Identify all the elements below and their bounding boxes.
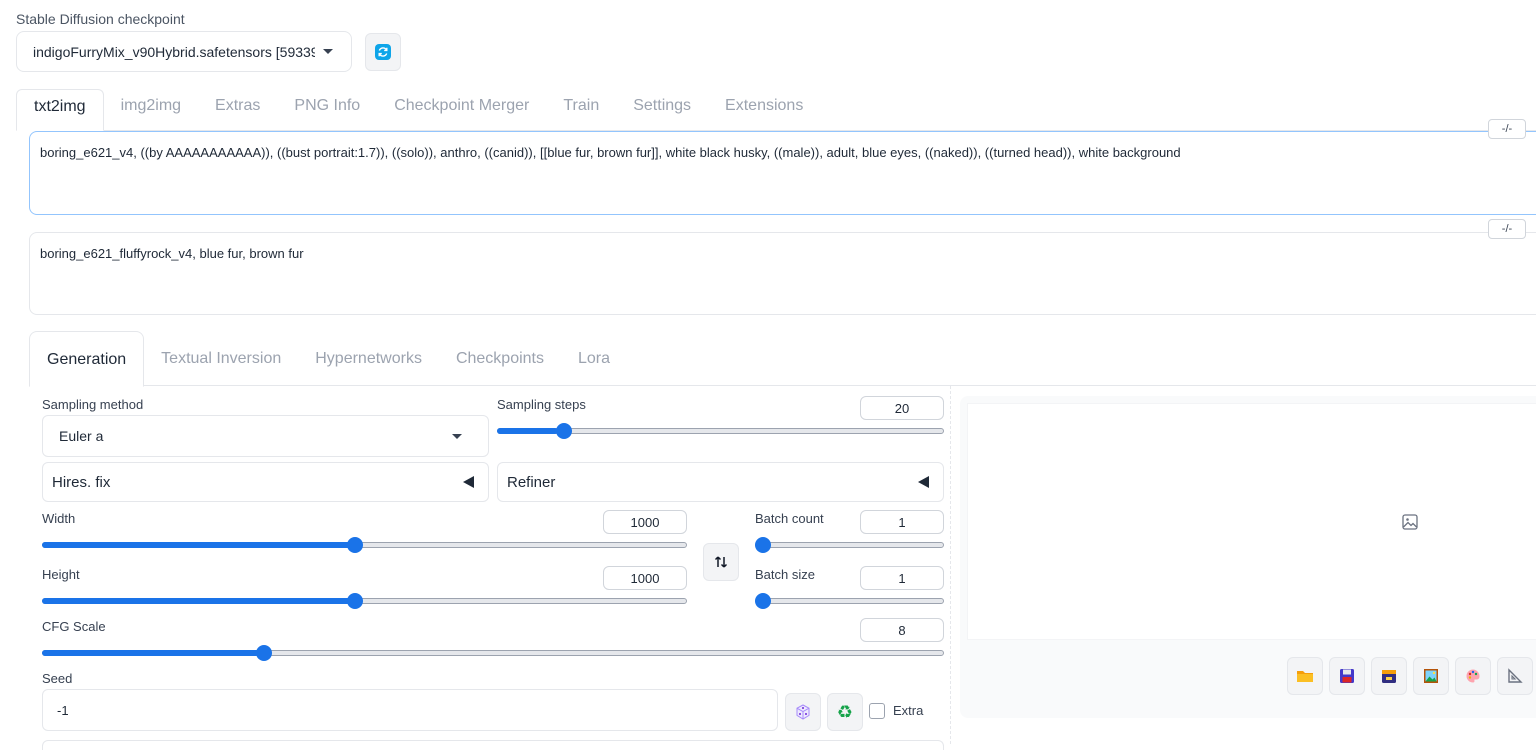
save-zip-button[interactable] (1371, 657, 1407, 695)
extra-seed-checkbox[interactable] (869, 703, 885, 719)
sampling-steps-label: Sampling steps (497, 397, 586, 412)
slider-thumb[interactable] (755, 593, 771, 609)
hires-fix-label: Hires. fix (52, 473, 111, 491)
chevron-down-icon (452, 433, 462, 439)
batch-size-label: Batch size (755, 567, 815, 582)
subtab-checkpoints[interactable]: Checkpoints (439, 331, 561, 386)
zip-icon (1382, 670, 1396, 683)
swap-dimensions-button[interactable] (703, 543, 739, 581)
batch-count-slider[interactable] (755, 537, 944, 553)
batch-count-input[interactable]: 1 (860, 510, 944, 534)
height-slider[interactable] (42, 593, 687, 609)
batch-count-label: Batch count (755, 511, 824, 526)
cfg-scale-slider[interactable] (42, 645, 944, 661)
tab-checkpoint-merger[interactable]: Checkpoint Merger (377, 89, 546, 125)
height-input[interactable]: 1000 (603, 566, 687, 590)
sub-tabs: Generation Textual Inversion Hypernetwor… (29, 331, 627, 387)
tab-img2img[interactable]: img2img (104, 89, 198, 125)
prompt-input[interactable]: boring_e621_v4, ((by AAAAAAAAAAA)), ((bu… (29, 131, 1536, 215)
tab-txt2img[interactable]: txt2img (16, 89, 104, 131)
seed-label: Seed (42, 671, 73, 686)
swap-dimensions-icon (714, 556, 728, 568)
batch-size-slider[interactable] (755, 593, 944, 609)
cfg-scale-input[interactable]: 8 (860, 618, 944, 642)
checkpoint-value: indigoFurryMix_v90Hybrid.safetensors [59… (33, 43, 315, 60)
subtab-textual-inversion[interactable]: Textual Inversion (144, 331, 298, 386)
height-label: Height (42, 567, 80, 582)
reuse-seed-button[interactable]: ♻ (827, 693, 863, 731)
negative-prompt-input[interactable]: boring_e621_fluffyrock_v4, blue fur, bro… (29, 232, 1536, 315)
checkpoint-label: Stable Diffusion checkpoint (16, 11, 185, 27)
sampling-method-label: Sampling method (42, 397, 144, 412)
script-dropdown[interactable] (42, 740, 944, 750)
send-to-img2img-icon (1424, 669, 1438, 683)
subtab-generation[interactable]: Generation (29, 331, 145, 387)
send-to-extras-button[interactable] (1497, 657, 1533, 695)
refresh-checkpoint-button[interactable] (365, 33, 401, 71)
tab-settings[interactable]: Settings (616, 89, 708, 125)
subtab-hypernetworks[interactable]: Hypernetworks (298, 331, 439, 386)
sampling-steps-input[interactable]: 20 (860, 396, 944, 420)
main-tabs: txt2img img2img Extras PNG Info Checkpoi… (16, 89, 820, 131)
send-to-inpaint-button[interactable] (1455, 657, 1491, 695)
tab-png-info[interactable]: PNG Info (277, 89, 377, 125)
folder-icon (1297, 671, 1313, 682)
width-slider[interactable] (42, 537, 687, 553)
width-input[interactable]: 1000 (603, 510, 687, 534)
seed-input[interactable]: -1 (42, 689, 778, 731)
send-to-inpaint-icon (1466, 669, 1480, 683)
prompt-token-counter[interactable]: -/- (1488, 119, 1526, 139)
panel-divider (950, 386, 951, 744)
refiner-label: Refiner (507, 473, 556, 491)
tab-extensions[interactable]: Extensions (708, 89, 820, 125)
slider-thumb[interactable] (255, 645, 272, 661)
tab-extras[interactable]: Extras (198, 89, 277, 125)
tab-train[interactable]: Train (546, 89, 616, 125)
width-label: Width (42, 511, 76, 526)
sampling-steps-slider[interactable] (497, 423, 944, 439)
slider-thumb[interactable] (556, 423, 573, 439)
collapse-arrow-icon (463, 476, 474, 488)
random-seed-button[interactable] (785, 693, 821, 731)
extra-seed-label: Extra (893, 703, 924, 718)
batch-size-input[interactable]: 1 (860, 566, 944, 590)
slider-thumb[interactable] (347, 593, 364, 609)
hires-fix-accordion[interactable]: Hires. fix (42, 462, 489, 502)
slider-thumb[interactable] (347, 537, 364, 553)
collapse-arrow-icon (918, 476, 929, 488)
save-icon (1340, 669, 1354, 683)
output-image-area (967, 403, 1536, 640)
sampling-method-dropdown[interactable]: Euler a (42, 415, 489, 457)
image-icon (1402, 514, 1418, 530)
refresh-icon (375, 44, 391, 60)
subtab-lora[interactable]: Lora (561, 331, 627, 386)
refiner-accordion[interactable]: Refiner (497, 462, 944, 502)
open-folder-button[interactable] (1287, 657, 1323, 695)
negative-prompt-token-counter[interactable]: -/- (1488, 219, 1526, 239)
recycle-icon: ♻ (836, 701, 854, 722)
sampling-method-value: Euler a (59, 428, 104, 444)
dice-icon (796, 704, 810, 720)
save-button[interactable] (1329, 657, 1365, 695)
slider-thumb[interactable] (755, 537, 771, 553)
chevron-down-icon (323, 49, 333, 54)
send-to-extras-icon (1508, 668, 1523, 683)
checkpoint-dropdown[interactable]: indigoFurryMix_v90Hybrid.safetensors [59… (16, 31, 352, 72)
send-to-img2img-button[interactable] (1413, 657, 1449, 695)
cfg-scale-label: CFG Scale (42, 619, 106, 634)
